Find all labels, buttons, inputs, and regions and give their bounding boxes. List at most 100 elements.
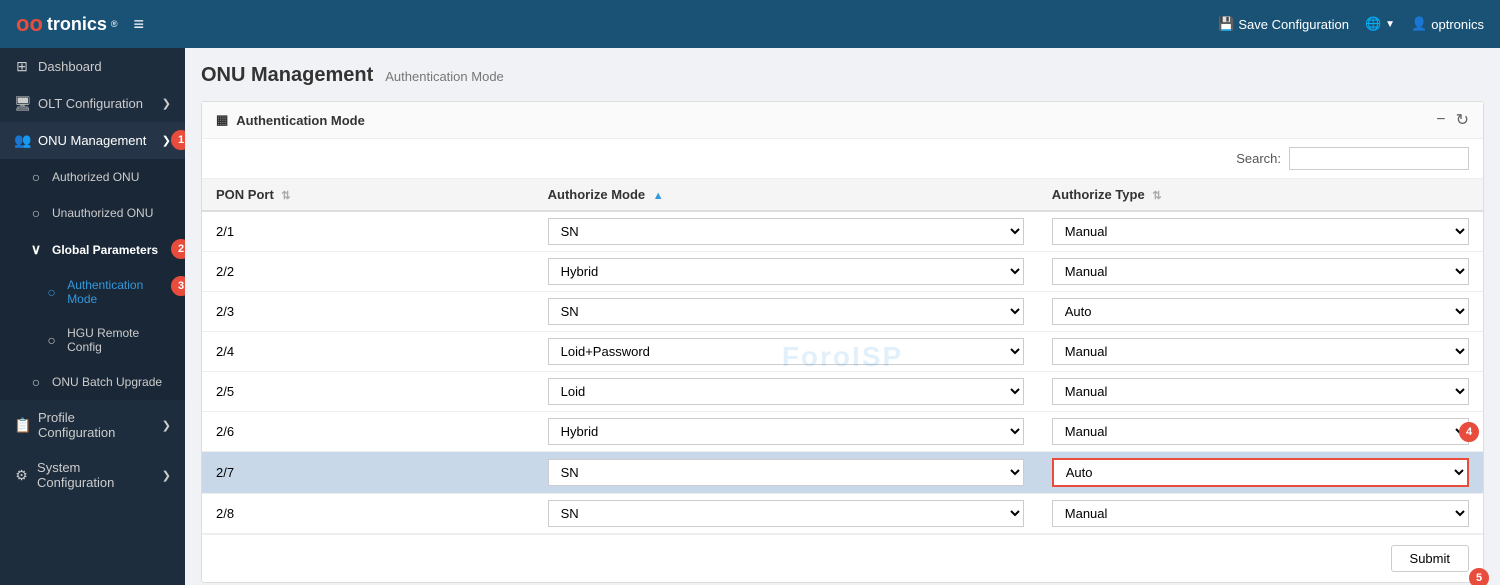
- hamburger-icon[interactable]: ≡: [134, 14, 145, 35]
- sidebar-label: System Configuration: [37, 460, 154, 490]
- cell-pon-port: 2/7: [202, 452, 534, 494]
- authentication-mode-card: ▦ Authentication Mode − ↻ Search: ForoIS…: [201, 101, 1484, 583]
- sidebar-label: ONU Management: [38, 133, 146, 148]
- page-header: ONU Management Authentication Mode: [201, 64, 1484, 87]
- profile-icon: 📋: [14, 417, 30, 434]
- cell-authorize-type: ManualAuto4: [1038, 412, 1483, 452]
- authorize-type-select[interactable]: ManualAuto: [1052, 218, 1469, 245]
- authorize-type-select[interactable]: ManualAuto: [1052, 258, 1469, 285]
- cell-pon-port: 2/8: [202, 494, 534, 534]
- cell-pon-port: 2/5: [202, 372, 534, 412]
- layout: ⊞ Dashboard 🖥 OLT Configuration ❯ 👥 ONU …: [0, 48, 1500, 585]
- col-authorize-mode: Authorize Mode ▲: [534, 179, 1038, 211]
- username-label: optronics: [1431, 17, 1484, 32]
- authorize-type-select[interactable]: ManualAuto: [1052, 418, 1469, 445]
- table-icon: ▦: [216, 112, 228, 128]
- authentication-table: PON Port ⇅ Authorize Mode ▲ Authorize Ty…: [202, 179, 1483, 534]
- save-icon: 💾: [1218, 16, 1234, 32]
- cell-pon-port: 2/2: [202, 252, 534, 292]
- cell-authorize-mode: SNHybridLoid+PasswordLoid: [534, 252, 1038, 292]
- refresh-button[interactable]: ↻: [1456, 110, 1469, 130]
- minimize-button[interactable]: −: [1436, 111, 1445, 129]
- save-config-label: Save Configuration: [1238, 17, 1349, 32]
- sidebar-item-authorized-onu[interactable]: ○ Authorized ONU: [0, 159, 185, 195]
- cell-authorize-mode: SNHybridLoid+PasswordLoid: [534, 452, 1038, 494]
- logo-brand: tronics: [47, 14, 107, 35]
- table-row: 2/2 SNHybridLoid+PasswordLoid ManualAuto: [202, 252, 1483, 292]
- table-row: 2/7 SNHybridLoid+PasswordLoid ManualAuto: [202, 452, 1483, 494]
- sidebar-label: Global Parameters: [52, 243, 158, 257]
- sidebar-label: OLT Configuration: [38, 96, 143, 111]
- dashboard-icon: ⊞: [14, 58, 30, 75]
- card-header-right: − ↻: [1436, 110, 1469, 130]
- authorize-mode-select[interactable]: SNHybridLoid+PasswordLoid: [548, 258, 1024, 285]
- sidebar-label: Authentication Mode: [67, 278, 171, 306]
- authorize-mode-select[interactable]: SNHybridLoid+PasswordLoid: [548, 218, 1024, 245]
- sidebar-item-olt-config[interactable]: 🖥 OLT Configuration ❯: [0, 85, 185, 122]
- sort-icon-mode[interactable]: ▲: [653, 190, 664, 202]
- logo-prefix: oo: [16, 11, 43, 37]
- sort-icon-pon[interactable]: ⇅: [281, 190, 290, 202]
- sidebar-item-hgu-remote-config[interactable]: ○ HGU Remote Config: [0, 316, 185, 364]
- cell-authorize-mode: SNHybridLoid+PasswordLoid: [534, 412, 1038, 452]
- sidebar-sub-onu: ○ Authorized ONU ○ Unauthorized ONU ∨ Gl…: [0, 159, 185, 400]
- authorize-type-select[interactable]: ManualAuto: [1052, 298, 1469, 325]
- sidebar-label: Unauthorized ONU: [52, 206, 153, 220]
- authorize-mode-select[interactable]: SNHybridLoid+PasswordLoid: [548, 298, 1024, 325]
- sort-icon-type[interactable]: ⇅: [1152, 190, 1161, 202]
- badge-3: 3: [171, 276, 185, 296]
- sidebar-item-authentication-mode[interactable]: ○ Authentication Mode 3: [0, 268, 185, 316]
- sidebar-label: HGU Remote Config: [67, 326, 171, 354]
- authorize-mode-select[interactable]: SNHybridLoid+PasswordLoid: [548, 418, 1024, 445]
- search-label: Search:: [1236, 151, 1281, 166]
- circle-icon: ○: [44, 332, 59, 348]
- sidebar-item-global-parameters[interactable]: ∨ Global Parameters 2: [0, 231, 185, 268]
- authorize-type-select[interactable]: ManualAuto: [1052, 458, 1469, 487]
- badge-4: 4: [1459, 422, 1479, 442]
- sidebar-item-profile-config[interactable]: 📋 Profile Configuration ❯: [0, 400, 185, 450]
- cell-authorize-mode: SNHybridLoid+PasswordLoid: [534, 332, 1038, 372]
- table-row: 2/8 SNHybridLoid+PasswordLoid ManualAuto: [202, 494, 1483, 534]
- cell-pon-port: 2/1: [202, 211, 534, 252]
- system-icon: ⚙: [14, 467, 29, 484]
- sidebar-label: Dashboard: [38, 59, 102, 74]
- authorize-type-select[interactable]: ManualAuto: [1052, 378, 1469, 405]
- language-button[interactable]: 🌐 ▼: [1365, 16, 1395, 32]
- sidebar-item-unauthorized-onu[interactable]: ○ Unauthorized ONU: [0, 195, 185, 231]
- badge-1: 1: [171, 130, 185, 150]
- cell-authorize-type: ManualAuto: [1038, 211, 1483, 252]
- sidebar-item-onu-batch-upgrade[interactable]: ○ ONU Batch Upgrade: [0, 364, 185, 400]
- authorize-mode-select[interactable]: SNHybridLoid+PasswordLoid: [548, 500, 1024, 527]
- table-row: 2/3SNHybridLoid+PasswordLoidManualAuto: [202, 292, 1483, 332]
- table-row: 2/1 SNHybridLoid+PasswordLoid ManualAuto: [202, 211, 1483, 252]
- chevron-down-icon: ∨: [28, 241, 44, 258]
- card-title: Authentication Mode: [236, 113, 365, 128]
- onu-icon: 👥: [14, 132, 30, 149]
- sidebar-item-onu-management[interactable]: 👥 ONU Management ❯ 1: [0, 122, 185, 159]
- olt-icon: 🖥: [14, 95, 30, 112]
- circle-icon: ○: [44, 284, 59, 300]
- user-menu[interactable]: 👤 optronics: [1411, 16, 1484, 32]
- authorize-mode-select[interactable]: SNHybridLoid+PasswordLoid: [548, 338, 1024, 365]
- sidebar-item-dashboard[interactable]: ⊞ Dashboard: [0, 48, 185, 85]
- cell-authorize-mode: SNHybridLoid+PasswordLoid: [534, 494, 1038, 534]
- submit-button[interactable]: Submit: [1391, 545, 1469, 572]
- navbar-left: oo tronics ® ≡: [16, 11, 144, 37]
- cell-authorize-type: ManualAuto: [1038, 452, 1483, 494]
- search-input[interactable]: [1289, 147, 1469, 170]
- authorize-type-select[interactable]: ManualAuto: [1052, 338, 1469, 365]
- authorize-mode-select[interactable]: SNHybridLoid+PasswordLoid: [548, 459, 1024, 486]
- badge-5: 5: [1469, 568, 1489, 585]
- sidebar-label: Authorized ONU: [52, 170, 139, 184]
- authorize-type-select[interactable]: ManualAuto: [1052, 500, 1469, 527]
- sidebar-label: Profile Configuration: [38, 410, 154, 440]
- table-row: 2/4SNHybridLoid+PasswordLoidManualAuto: [202, 332, 1483, 372]
- globe-icon: 🌐: [1365, 16, 1381, 32]
- card-header-left: ▦ Authentication Mode: [216, 112, 365, 128]
- logo-dot: ®: [111, 19, 118, 29]
- authorize-mode-select[interactable]: SNHybridLoid+PasswordLoid: [548, 378, 1024, 405]
- save-config-button[interactable]: 💾 Save Configuration: [1218, 16, 1349, 32]
- page-title: ONU Management: [201, 64, 373, 87]
- user-icon: 👤: [1411, 16, 1427, 32]
- sidebar-item-system-config[interactable]: ⚙ System Configuration ❯: [0, 450, 185, 500]
